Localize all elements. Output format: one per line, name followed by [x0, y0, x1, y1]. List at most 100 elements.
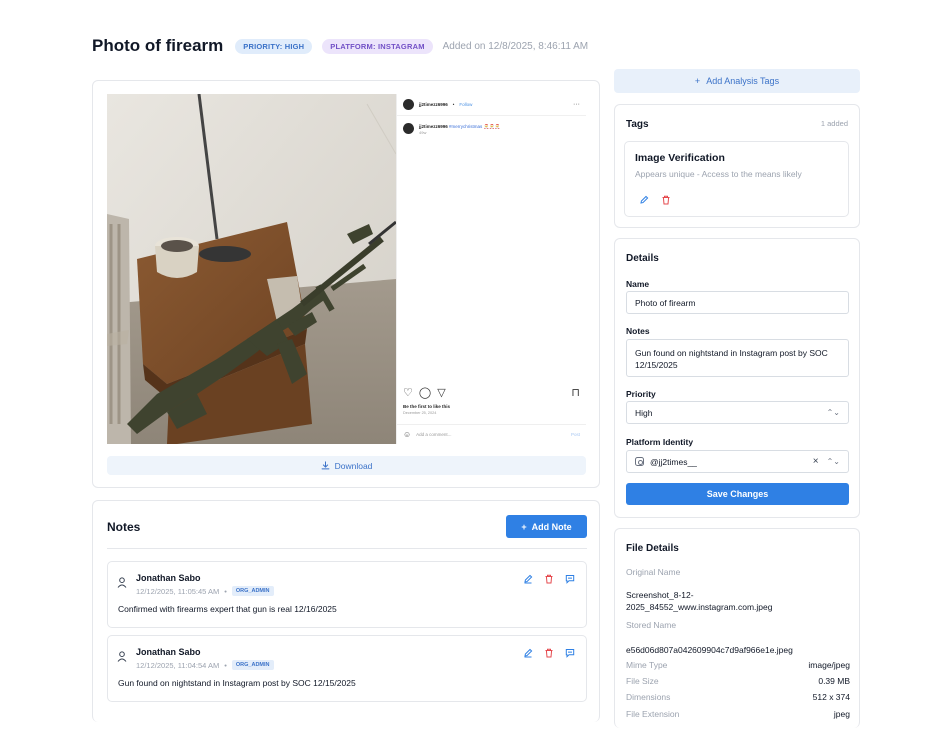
instagram-post-panel: jj2timezz6996 • Follow ··· jj2timezz6996… — [396, 94, 586, 444]
mime-type-row: Mime Type image/jpeg — [626, 660, 850, 670]
user-icon — [117, 651, 127, 662]
edit-icon[interactable] — [523, 648, 533, 658]
avatar — [403, 99, 414, 110]
add-tags-label: Add Analysis Tags — [706, 76, 780, 86]
user-icon — [117, 577, 127, 588]
details-title: Details — [626, 253, 659, 264]
platform-identity-label: Platform Identity — [626, 437, 694, 447]
media-card: jj2timezz6996 • Follow ··· jj2timezz6996… — [92, 80, 600, 488]
edit-icon[interactable] — [523, 574, 533, 584]
emoji-icon: ☺ — [403, 430, 412, 439]
priority-label: Priority — [626, 389, 656, 399]
notes-value: Gun found on nightstand in Instagram pos… — [635, 348, 828, 370]
tag-name: Image Verification — [635, 152, 725, 164]
follow-link: Follow — [459, 102, 473, 107]
save-changes-button[interactable]: Save Changes — [626, 483, 849, 505]
caption-username: jj2timezz6996 — [419, 124, 448, 129]
page-title: Photo of firearm — [92, 36, 224, 55]
post-header: jj2timezz6996 • Follow ··· — [397, 94, 586, 116]
notes-field[interactable]: Gun found on nightstand in Instagram pos… — [626, 339, 849, 377]
platform-identity-select[interactable]: @jj2times__ × ⌃⌄ — [626, 450, 849, 473]
tag-description: Appears unique - Access to the means lik… — [635, 169, 802, 179]
notes-label: Notes — [626, 326, 650, 336]
tag-actions — [639, 195, 671, 205]
stored-name-label: Stored Name — [626, 620, 677, 630]
dot-separator: • — [224, 660, 227, 670]
note-meta: 12/12/2025, 11:05:45 AM • ORG_ADMIN — [136, 586, 274, 596]
dot-separator: • — [452, 102, 455, 107]
details-card: Details Name Photo of firearm Notes Gun … — [614, 238, 860, 518]
file-extension-row: File Extension jpeg — [626, 709, 850, 719]
file-details-title: File Details — [626, 543, 679, 554]
mime-type-label: Mime Type — [626, 660, 668, 670]
notes-title: Notes — [107, 520, 141, 534]
post-photo[interactable] — [107, 94, 396, 444]
dimensions-row: Dimensions 512 x 374 — [626, 692, 850, 702]
note-actions — [523, 648, 575, 658]
platform-identity-value: @jj2times__ — [650, 456, 697, 467]
add-analysis-tags-button[interactable]: + Add Analysis Tags — [614, 69, 860, 93]
share-icon: ▽ — [437, 387, 446, 399]
tags-card: Tags 1 added Image Verification Appears … — [614, 104, 860, 228]
dot-separator: • — [224, 586, 227, 596]
reply-icon[interactable] — [565, 574, 575, 584]
download-button[interactable]: Download — [107, 456, 586, 475]
add-note-button[interactable]: + Add Note — [506, 515, 587, 538]
added-timestamp: Added on 12/8/2025, 8:46:11 AM — [442, 40, 589, 52]
chevron-updown-icon: ⌃⌄ — [826, 457, 840, 466]
add-note-label: Add Note — [531, 521, 572, 532]
caption-emoji: 🎅🎅🎅 — [483, 124, 501, 129]
name-value: Photo of firearm — [635, 297, 696, 308]
original-name-value: Screenshot_8-12-2025_84552_www.instagram… — [626, 590, 773, 612]
post-comment-bar: ☺ Add a comment... Post — [397, 424, 586, 444]
instagram-icon — [635, 457, 644, 466]
file-details-card: File Details Original Name Screenshot_8-… — [614, 528, 860, 728]
original-name-label: Original Name — [626, 567, 681, 577]
notes-card: Notes + Add Note Jonathan Sabo 12/12/202… — [92, 500, 600, 722]
dimensions-value: 512 x 374 — [812, 692, 850, 702]
tags-count: 1 added — [820, 119, 848, 128]
close-icon[interactable]: × — [813, 456, 819, 467]
priority-value: High — [635, 407, 653, 418]
priority-badge: PRIORITY: HIGH — [235, 38, 313, 54]
mime-type-value: image/jpeg — [808, 660, 850, 670]
edit-icon[interactable] — [639, 195, 649, 205]
caption-time: 49w — [419, 130, 427, 135]
comment-icon: ◯ — [418, 387, 432, 399]
file-extension-value: jpeg — [833, 709, 850, 719]
name-field[interactable]: Photo of firearm — [626, 291, 849, 314]
file-size-value: 0.39 MB — [818, 676, 850, 686]
caption-text: jj2timezz6996 #merrychristmas 🎅🎅🎅 — [419, 123, 500, 130]
comment-placeholder: Add a comment... — [416, 432, 452, 437]
reply-icon[interactable] — [565, 648, 575, 658]
role-badge: ORG_ADMIN — [231, 586, 274, 596]
trash-icon[interactable] — [661, 195, 671, 205]
note-item: Jonathan Sabo 12/12/2025, 11:04:54 AM • … — [107, 635, 587, 702]
note-author: Jonathan Sabo — [136, 573, 201, 583]
post-actions: ♡ ◯ ▽ ⊓ — [403, 386, 580, 399]
post-username: jj2timezz6996 — [419, 102, 448, 107]
trash-icon[interactable] — [544, 648, 554, 658]
name-label: Name — [626, 279, 650, 289]
chevron-updown-icon: ⌃⌄ — [826, 408, 840, 417]
note-timestamp: 12/12/2025, 11:04:54 AM — [136, 660, 220, 670]
download-label: Download — [334, 460, 373, 471]
plus-icon: + — [694, 76, 701, 86]
priority-select[interactable]: High ⌃⌄ — [626, 401, 849, 424]
note-item: Jonathan Sabo 12/12/2025, 11:05:45 AM • … — [107, 561, 587, 628]
caption-hashtag: #merrychristmas — [449, 124, 483, 129]
download-icon — [321, 461, 330, 470]
divider — [107, 548, 587, 549]
post-caption: jj2timezz6996 #merrychristmas 🎅🎅🎅 49w — [397, 116, 586, 142]
platform-badge: PLATFORM: INSTAGRAM — [322, 38, 433, 54]
role-badge: ORG_ADMIN — [231, 660, 274, 670]
note-author: Jonathan Sabo — [136, 647, 201, 657]
file-size-label: File Size — [626, 676, 659, 686]
tag-item: Image Verification Appears unique - Acce… — [624, 141, 849, 217]
stored-name-value: e56d06d807a042609904c7d9af966e1e.jpeg — [626, 645, 793, 655]
page-header: Photo of firearm PRIORITY: HIGH PLATFORM… — [92, 36, 588, 56]
more-icon: ··· — [573, 101, 580, 108]
dimensions-label: Dimensions — [626, 692, 671, 702]
trash-icon[interactable] — [544, 574, 554, 584]
note-actions — [523, 574, 575, 584]
